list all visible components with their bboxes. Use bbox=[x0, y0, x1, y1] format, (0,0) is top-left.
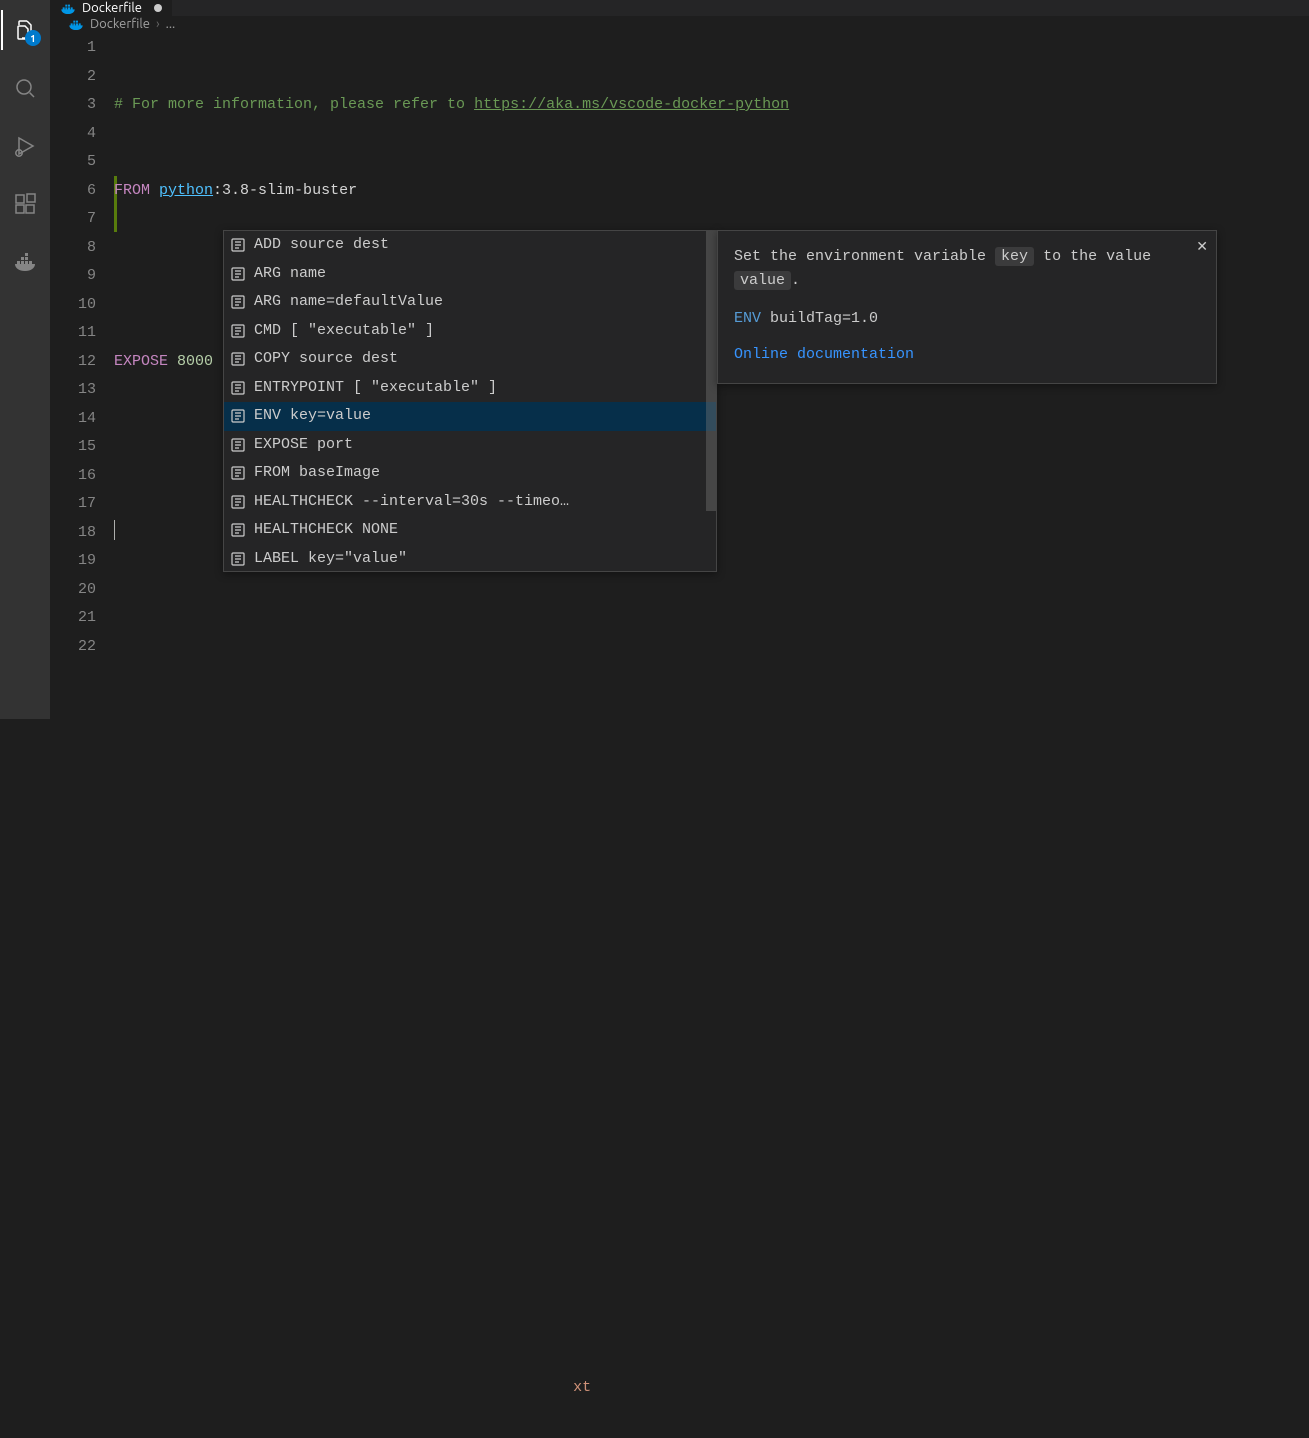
editor-group: Dockerfile Dockerfile › ... 123456789101… bbox=[50, 0, 1309, 719]
snippet-icon bbox=[230, 294, 246, 310]
search-icon[interactable] bbox=[1, 68, 49, 108]
snippet-icon bbox=[230, 551, 246, 567]
code-editor[interactable]: 12345678910111213141516171819202122 # Fo… bbox=[50, 32, 1309, 1438]
explorer-badge: 1 bbox=[25, 30, 41, 46]
suggestion-label: FROM baseImage bbox=[254, 459, 380, 488]
suggestion-label: ARG name=defaultValue bbox=[254, 288, 443, 317]
suggestion-item[interactable]: FROM baseImage bbox=[224, 459, 716, 488]
suggestion-item[interactable]: COPY source dest bbox=[224, 345, 716, 374]
extensions-icon[interactable] bbox=[1, 184, 49, 224]
suggestion-label: ENV key=value bbox=[254, 402, 371, 431]
suggestion-label: CMD [ "executable" ] bbox=[254, 317, 434, 346]
doc-link[interactable]: Online documentation bbox=[734, 346, 914, 363]
activity-bar: 1 bbox=[0, 0, 50, 719]
suggestion-label: EXPOSE port bbox=[254, 431, 353, 460]
suggestion-label: ADD source dest bbox=[254, 231, 389, 260]
suggestion-doc-panel: ✕ Set the environment variable key to th… bbox=[717, 230, 1217, 384]
scrollbar[interactable] bbox=[706, 231, 716, 571]
snippet-icon bbox=[230, 237, 246, 253]
snippet-icon bbox=[230, 437, 246, 453]
suggestion-list[interactable]: ADD source destARG nameARG name=defaultV… bbox=[224, 231, 716, 571]
text-cursor bbox=[114, 520, 115, 540]
suggestion-item[interactable]: HEALTHCHECK NONE bbox=[224, 516, 716, 545]
snippet-icon bbox=[230, 323, 246, 339]
snippet-icon bbox=[230, 351, 246, 367]
docker-file-icon bbox=[68, 16, 84, 32]
tab-title: Dockerfile bbox=[82, 1, 142, 15]
tab-dockerfile[interactable]: Dockerfile bbox=[50, 0, 173, 16]
docker-icon[interactable] bbox=[1, 242, 49, 282]
breadcrumb-file: Dockerfile bbox=[90, 17, 150, 31]
suggestion-item[interactable]: ENV key=value bbox=[224, 402, 716, 431]
tab-bar: Dockerfile bbox=[50, 0, 1309, 16]
suggestion-label: HEALTHCHECK --interval=30s --timeo… bbox=[254, 488, 569, 517]
docker-file-icon bbox=[60, 0, 76, 16]
suggestion-item[interactable]: ENTRYPOINT [ "executable" ] bbox=[224, 374, 716, 403]
doc-description: Set the environment variable key to the … bbox=[734, 245, 1200, 293]
suggestion-label: COPY source dest bbox=[254, 345, 398, 374]
link-docs[interactable]: https://aka.ms/vscode-docker-python bbox=[474, 96, 789, 113]
suggestion-label: ENTRYPOINT [ "executable" ] bbox=[254, 374, 497, 403]
chevron-right-icon: › bbox=[156, 17, 160, 31]
breadcrumb[interactable]: Dockerfile › ... bbox=[50, 16, 1309, 32]
run-debug-icon[interactable] bbox=[1, 126, 49, 166]
suggestion-item[interactable]: ARG name=defaultValue bbox=[224, 288, 716, 317]
suggestion-item[interactable]: EXPOSE port bbox=[224, 431, 716, 460]
suggestion-label: ARG name bbox=[254, 260, 326, 289]
snippet-icon bbox=[230, 465, 246, 481]
snippet-icon bbox=[230, 408, 246, 424]
suggestion-item[interactable]: LABEL key="value" bbox=[224, 545, 716, 572]
snippet-icon bbox=[230, 494, 246, 510]
suggestion-widget[interactable]: ADD source destARG nameARG name=defaultV… bbox=[223, 230, 717, 572]
dirty-indicator-icon bbox=[154, 4, 162, 12]
suggestion-label: LABEL key="value" bbox=[254, 545, 407, 572]
suggestion-item[interactable]: ARG name bbox=[224, 260, 716, 289]
suggestion-item[interactable]: ADD source dest bbox=[224, 231, 716, 260]
doc-example: ENV buildTag=1.0 bbox=[734, 307, 1200, 331]
breadcrumb-more: ... bbox=[166, 17, 176, 31]
snippet-icon bbox=[230, 266, 246, 282]
suggestion-item[interactable]: CMD [ "executable" ] bbox=[224, 317, 716, 346]
snippet-icon bbox=[230, 522, 246, 538]
scrollbar-thumb[interactable] bbox=[706, 231, 716, 511]
line-gutter: 12345678910111213141516171819202122 bbox=[50, 32, 114, 1438]
suggestion-item[interactable]: HEALTHCHECK --interval=30s --timeo… bbox=[224, 488, 716, 517]
explorer-icon[interactable]: 1 bbox=[1, 10, 49, 50]
close-icon[interactable]: ✕ bbox=[1196, 237, 1208, 259]
suggestion-label: HEALTHCHECK NONE bbox=[254, 516, 398, 545]
snippet-icon bbox=[230, 380, 246, 396]
